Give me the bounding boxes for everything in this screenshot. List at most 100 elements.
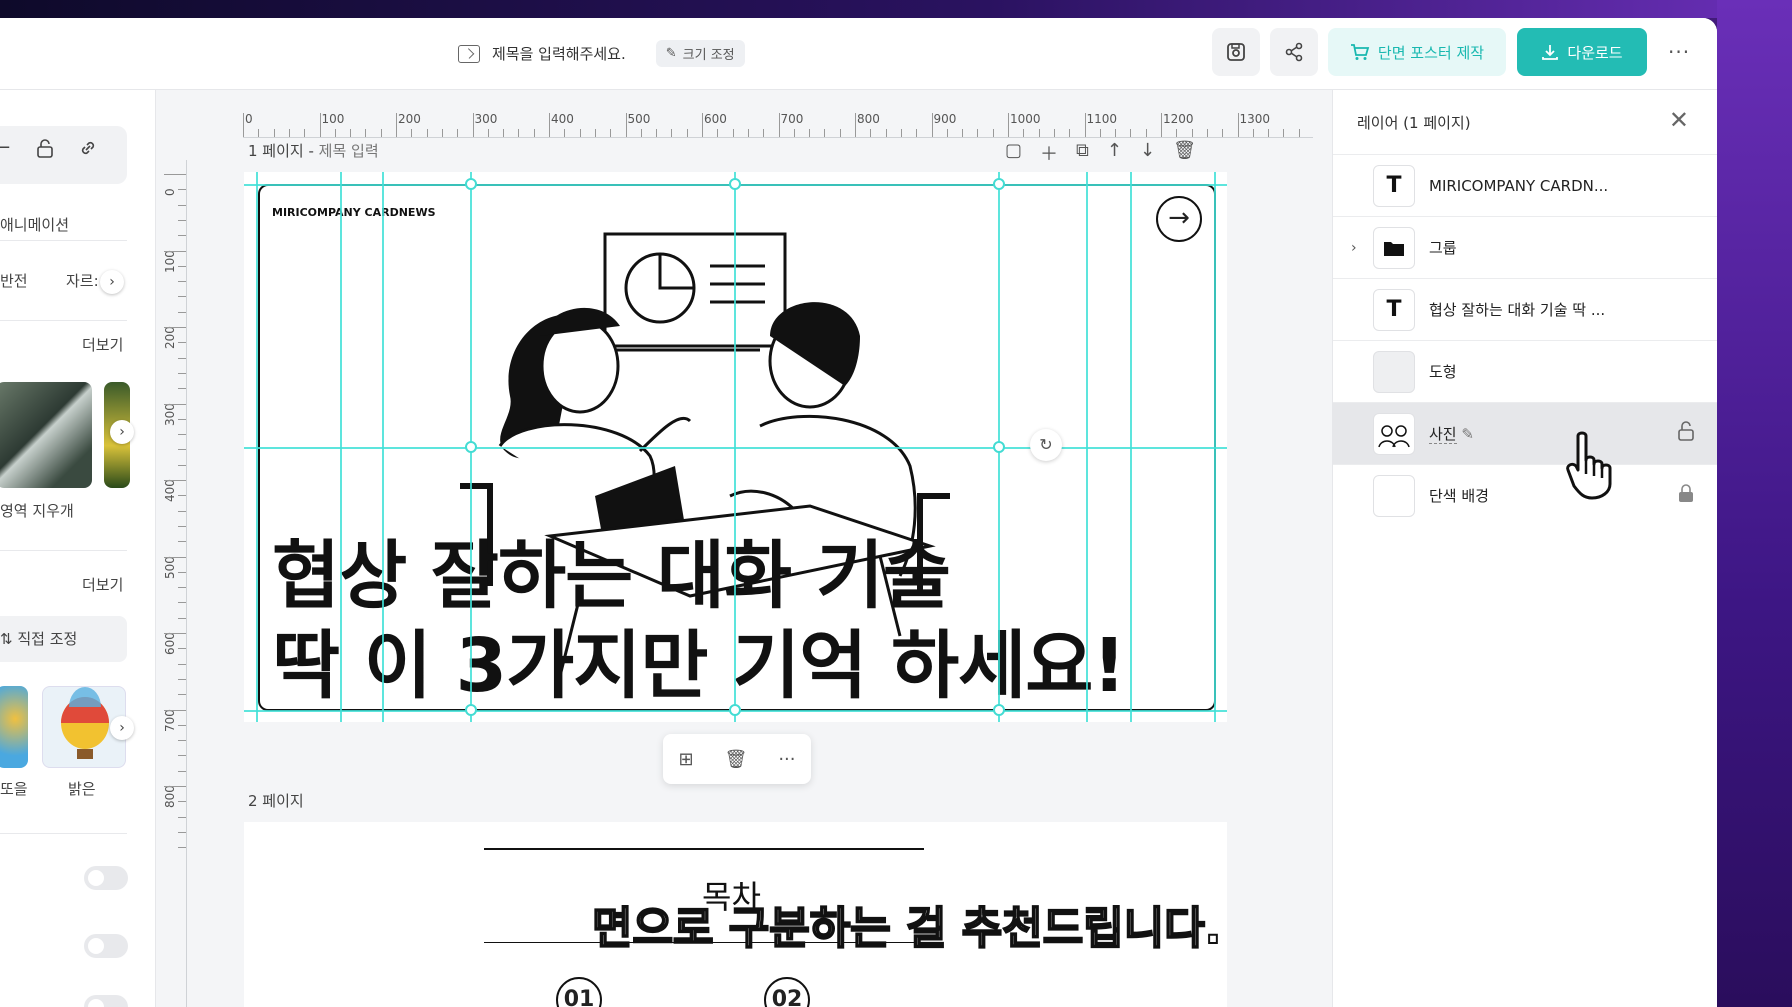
layer-item[interactable]: T MIRICOMPANY CARDN... xyxy=(1333,154,1717,216)
chevron-right-icon[interactable]: › xyxy=(110,716,134,740)
page-2-canvas[interactable]: 목차 면으로 구분하는 걸 추천드립니다. 01 02 xyxy=(244,822,1227,1007)
more-icon[interactable]: ··· xyxy=(778,749,795,770)
paint-icon[interactable]: ⌐ xyxy=(0,138,11,159)
resize-handle[interactable] xyxy=(465,704,477,716)
more-menu-icon[interactable]: ··· xyxy=(1668,40,1690,64)
link-icon[interactable] xyxy=(78,138,98,163)
layer-label-text[interactable]: 사진 xyxy=(1429,425,1457,444)
ruler-tick xyxy=(396,113,397,137)
ruler-label: 1000 xyxy=(1010,112,1041,126)
move-down-icon[interactable]: ↓ xyxy=(1140,140,1155,166)
ruler-tick xyxy=(411,129,413,137)
ruler-tick xyxy=(178,418,186,420)
object-toolbar xyxy=(0,126,127,184)
duplicate-icon[interactable]: ⧉ xyxy=(1076,140,1089,166)
ruler-label: 600 xyxy=(704,112,727,126)
lock-icon[interactable] xyxy=(1678,483,1694,508)
resize-handle[interactable] xyxy=(729,704,741,716)
resize-handle[interactable] xyxy=(993,178,1005,190)
poster-button[interactable]: 단면 포스터 제작 xyxy=(1328,28,1506,76)
delete-icon[interactable]: 🗑 xyxy=(1173,140,1196,166)
filter-bright-label: 밝은 xyxy=(68,780,96,798)
ruler-tick xyxy=(1237,113,1239,137)
ruler-tick xyxy=(334,129,336,137)
eraser-thumbnail[interactable] xyxy=(0,382,92,488)
ruler-tick xyxy=(1283,129,1285,137)
number-badge-1[interactable]: 01 xyxy=(556,977,602,1007)
resize-handle[interactable] xyxy=(993,441,1005,453)
page-2-label: 2 페이지 xyxy=(248,792,304,810)
ruler-tick xyxy=(702,113,703,137)
page-1-canvas[interactable]: MIRICOMPANY CARDNEWS → 협상 잘하는 대화 기술 딱 이 … xyxy=(244,172,1227,722)
unlock-icon[interactable] xyxy=(1678,421,1694,446)
ruler-tick xyxy=(1084,113,1086,137)
ruler-label: 100 xyxy=(163,249,177,273)
ruler-tick xyxy=(164,480,186,481)
ruler-label: 100 xyxy=(321,112,345,126)
ruler-tick xyxy=(178,296,186,298)
rotate-icon[interactable]: ↻ xyxy=(1030,429,1062,461)
top-header: 제목을 입력해주세요. ✎ 크기 조정 단면 포스터 제작 다운로드 ··· xyxy=(0,18,1717,90)
cart-icon xyxy=(1350,44,1370,60)
download-button[interactable]: 다운로드 xyxy=(1517,28,1647,76)
layer-item-selected[interactable]: 사진 ✎ xyxy=(1333,402,1717,464)
edit-pencil-icon[interactable]: ✎ xyxy=(1461,425,1474,443)
move-up-icon[interactable]: ↑ xyxy=(1107,140,1122,166)
number-badge-2[interactable]: 02 xyxy=(764,977,810,1007)
title-area: 제목을 입력해주세요. ✎ 크기 조정 xyxy=(458,40,745,67)
folder-move-icon[interactable] xyxy=(458,44,480,63)
filter-thumbnail[interactable] xyxy=(0,686,28,768)
resize-handle[interactable] xyxy=(465,178,477,190)
chevron-right-icon[interactable]: › xyxy=(110,420,134,444)
share-icon xyxy=(1285,42,1303,62)
layer-item[interactable]: › 그룹 xyxy=(1333,216,1717,278)
brand-text[interactable]: MIRICOMPANY CARDNEWS xyxy=(272,206,436,219)
erase-area-label[interactable]: 영역 지우개 xyxy=(0,500,74,521)
ruler-tick xyxy=(747,129,749,137)
more-link[interactable]: 더보기 xyxy=(82,574,123,595)
trash-icon[interactable]: 🗑 xyxy=(725,749,748,770)
page-1-title[interactable]: 제목 입력 xyxy=(319,142,379,160)
layer-item[interactable]: T 협상 잘하는 대화 기술 딱 ... xyxy=(1333,278,1717,340)
resize-handle[interactable] xyxy=(729,178,741,190)
ruler-tick xyxy=(1176,129,1178,137)
crop-button[interactable]: 자르: xyxy=(66,270,99,291)
ruler-tick xyxy=(625,113,627,137)
layer-item[interactable]: 단색 배경 xyxy=(1333,464,1717,526)
ruler-tick xyxy=(164,709,186,711)
ruler-tick xyxy=(839,129,841,137)
ruler-label: 400 xyxy=(163,479,177,502)
resize-handle[interactable] xyxy=(465,441,477,453)
add-copy-icon[interactable]: ⊞ xyxy=(678,749,693,770)
ruler-tick xyxy=(457,129,459,137)
ruler-tick xyxy=(178,541,186,543)
ruler-tick xyxy=(1008,113,1009,137)
save-button[interactable] xyxy=(1212,28,1260,76)
add-page-icon[interactable]: ＋ xyxy=(1040,140,1058,166)
ruler-label: 0 xyxy=(163,188,177,196)
resize-button[interactable]: ✎ 크기 조정 xyxy=(655,40,745,67)
unlock-icon[interactable] xyxy=(36,138,54,163)
resize-handle[interactable] xyxy=(993,704,1005,716)
ruler-tick xyxy=(916,129,918,137)
layer-item[interactable]: 도형 xyxy=(1333,340,1717,402)
chevron-right-icon[interactable]: › xyxy=(100,270,124,294)
ruler-tick xyxy=(1145,129,1147,137)
toggle-switch[interactable] xyxy=(84,995,128,1007)
more-link[interactable]: 더보기 xyxy=(82,334,123,355)
ruler-tick xyxy=(178,342,186,344)
ruler-tick xyxy=(809,129,811,137)
flip-button[interactable]: 반전 xyxy=(0,270,28,291)
animation-menu[interactable]: 애니메이션 xyxy=(0,214,69,235)
toggle-switch[interactable] xyxy=(84,866,128,890)
page-icon[interactable]: ▢ xyxy=(1005,140,1022,166)
arrow-right-icon[interactable]: → xyxy=(1156,196,1202,242)
share-button[interactable] xyxy=(1270,28,1318,76)
chevron-right-icon[interactable]: › xyxy=(1351,240,1357,256)
ruler-tick xyxy=(178,740,186,742)
canvas-area[interactable]: 0 100 200 300 400 500 600 700 800 900 1000 1100 1200… xyxy=(157,90,1332,1007)
close-icon[interactable]: ✕ xyxy=(1669,106,1689,134)
toggle-switch[interactable] xyxy=(84,934,128,958)
title-input[interactable]: 제목을 입력해주세요. xyxy=(492,43,626,64)
ruler-label: 700 xyxy=(163,708,177,732)
